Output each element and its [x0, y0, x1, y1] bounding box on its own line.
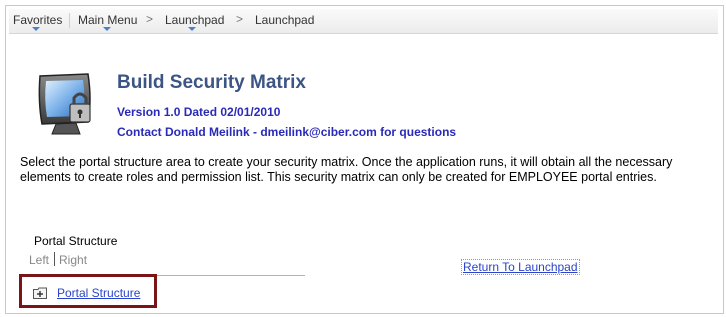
launchpad-dropdown-icon[interactable] — [188, 27, 196, 31]
return-to-launchpad-link[interactable]: Return To Launchpad — [461, 259, 580, 275]
nav-separator — [69, 13, 70, 28]
breadcrumb-chevron-icon: > — [236, 12, 244, 26]
secure-monitor-icon — [38, 73, 91, 135]
contact-text: Contact Donald Meilink - dmeilink@ciber.… — [117, 125, 457, 139]
left-right-separator — [54, 252, 56, 266]
instructions-text: Select the portal structure area to crea… — [20, 155, 673, 184]
page-title: Build Security Matrix — [117, 72, 306, 93]
favorites-dropdown-icon[interactable] — [32, 27, 40, 31]
breadcrumb-chevron-icon: > — [146, 12, 154, 26]
nav-launchpad-current: Launchpad — [255, 13, 315, 27]
portal-structure-heading: Portal Structure — [34, 234, 118, 248]
nav-main-menu[interactable]: Main Menu — [78, 13, 137, 27]
nav-favorites[interactable]: Favorites — [13, 13, 62, 27]
left-option[interactable]: Left — [29, 253, 49, 267]
navigation-bar: Favorites Main Menu > Launchpad > Launch… — [9, 9, 718, 34]
version-text: Version 1.0 Dated 02/01/2010 — [117, 105, 281, 119]
left-right-toggle: Left Right — [29, 252, 87, 267]
folder-plus-icon[interactable] — [33, 287, 47, 299]
portal-structure-tree-link[interactable]: Portal Structure — [57, 286, 140, 300]
right-option[interactable]: Right — [59, 253, 87, 267]
main-menu-dropdown-icon[interactable] — [103, 27, 111, 31]
nav-launchpad-menu[interactable]: Launchpad — [165, 13, 224, 27]
